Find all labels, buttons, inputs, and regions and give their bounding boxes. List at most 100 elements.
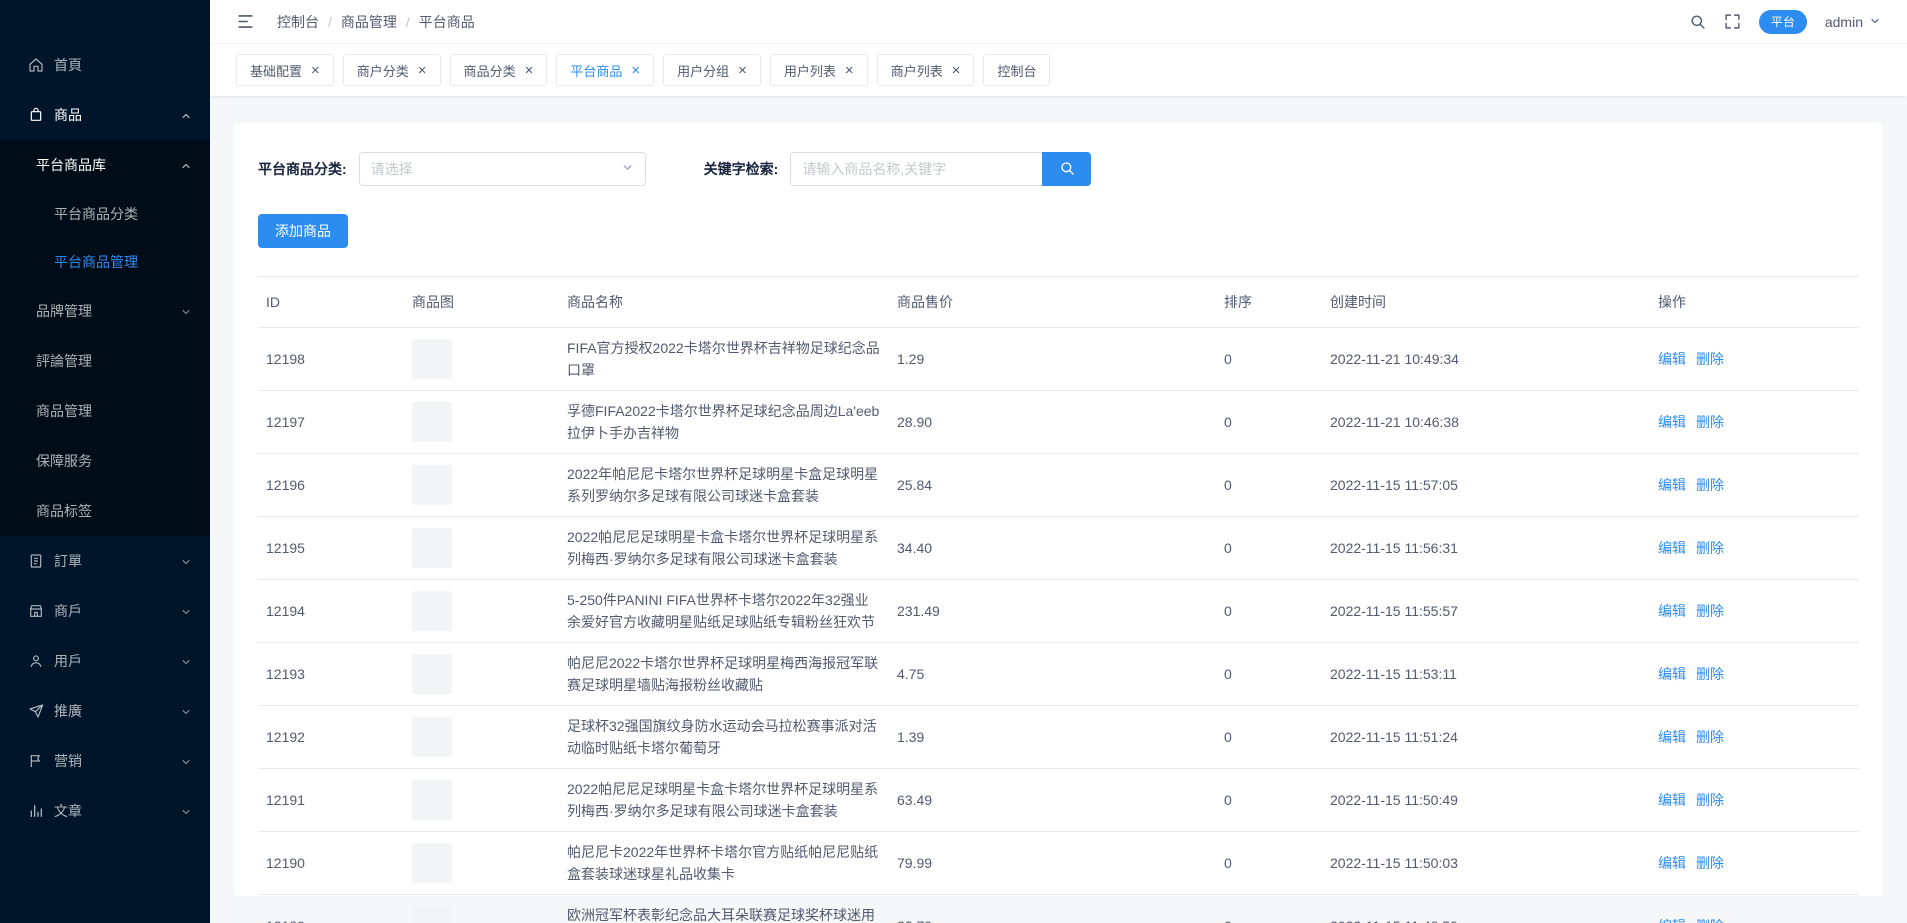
- menu-fold-icon[interactable]: [236, 12, 255, 31]
- delete-link[interactable]: 删除: [1696, 477, 1724, 493]
- close-icon[interactable]: ×: [845, 63, 854, 78]
- category-select[interactable]: 请选择: [359, 152, 646, 186]
- close-icon[interactable]: ×: [952, 63, 961, 78]
- cell-created: 2022-11-21 10:49:34: [1322, 328, 1650, 391]
- delete-link[interactable]: 删除: [1696, 729, 1724, 745]
- close-icon[interactable]: ×: [418, 63, 427, 78]
- sidebar-item[interactable]: 品牌管理: [0, 286, 210, 336]
- cell-actions: 编辑删除: [1650, 769, 1859, 832]
- delete-link[interactable]: 删除: [1696, 603, 1724, 619]
- sidebar-item[interactable]: 平台商品分类: [0, 190, 210, 238]
- table-row: 12198FIFA官方授权2022卡塔尔世界杯吉祥物足球纪念品口罩1.29020…: [258, 328, 1859, 391]
- cell-name: FIFA官方授权2022卡塔尔世界杯吉祥物足球纪念品口罩: [559, 328, 889, 391]
- delete-link[interactable]: 删除: [1696, 666, 1724, 682]
- cell-sort: 0: [1216, 832, 1322, 895]
- home-icon: [28, 57, 44, 73]
- cell-image: [404, 454, 559, 517]
- table-row: 12189欧洲冠军杯表彰纪念品大耳朵联赛足球奖杯球迷用品纪念品家居装饰工艺品22…: [258, 895, 1859, 923]
- sidebar-item[interactable]: 平台商品库: [0, 140, 210, 190]
- sidebar-item[interactable]: 商品: [0, 90, 210, 140]
- sidebar-item[interactable]: 評論管理: [0, 336, 210, 386]
- cell-price: 79.99: [889, 832, 1216, 895]
- cell-actions: 编辑删除: [1650, 391, 1859, 454]
- edit-link[interactable]: 编辑: [1658, 918, 1686, 923]
- sidebar-item[interactable]: 商品管理: [0, 386, 210, 436]
- table-row: 12193帕尼尼2022卡塔尔世界杯足球明星梅西海报冠军联赛足球明星墙贴海报粉丝…: [258, 643, 1859, 706]
- tab-active[interactable]: 平台商品×: [556, 54, 654, 86]
- delete-link[interactable]: 删除: [1696, 540, 1724, 556]
- cell-id: 12190: [258, 832, 404, 895]
- close-icon[interactable]: ×: [311, 63, 320, 78]
- breadcrumb-item[interactable]: 商品管理: [341, 12, 397, 32]
- table-row: 12190帕尼尼卡2022年世界杯卡塔尔官方贴纸帕尼尼贴纸盒套装球迷球星礼品收集…: [258, 832, 1859, 895]
- cell-created: 2022-11-15 11:57:05: [1322, 454, 1650, 517]
- user-menu[interactable]: admin: [1825, 14, 1881, 30]
- breadcrumb-item[interactable]: 控制台: [277, 12, 319, 32]
- edit-link[interactable]: 编辑: [1658, 855, 1686, 871]
- sidebar-item[interactable]: 文章: [0, 786, 210, 836]
- tab-label: 基础配置: [250, 61, 302, 80]
- sidebar-item[interactable]: 平台商品管理: [0, 238, 210, 286]
- sidebar-item[interactable]: 推廣: [0, 686, 210, 736]
- close-icon[interactable]: ×: [631, 63, 640, 78]
- cell-image: [404, 643, 559, 706]
- tab-item[interactable]: 基础配置 ×: [236, 54, 334, 86]
- edit-link[interactable]: 编辑: [1658, 477, 1686, 493]
- edit-link[interactable]: 编辑: [1658, 414, 1686, 430]
- tab-item[interactable]: 商品分类×: [450, 54, 548, 86]
- product-image-placeholder: [412, 654, 452, 694]
- sidebar-item-label: 推廣: [54, 701, 82, 721]
- sidebar-item[interactable]: 首頁: [0, 40, 210, 90]
- tab-item[interactable]: 用户列表×: [770, 54, 868, 86]
- sidebar-item[interactable]: 商戶: [0, 586, 210, 636]
- tab-item[interactable]: 控制台: [983, 54, 1050, 86]
- close-icon[interactable]: ×: [525, 63, 534, 78]
- username: admin: [1825, 14, 1863, 30]
- edit-link[interactable]: 编辑: [1658, 603, 1686, 619]
- sidebar-item[interactable]: 用戶: [0, 636, 210, 686]
- sidebar-item[interactable]: 商品标签: [0, 486, 210, 536]
- edit-link[interactable]: 编辑: [1658, 729, 1686, 745]
- cell-created: 2022-11-15 11:55:57: [1322, 580, 1650, 643]
- edit-link[interactable]: 编辑: [1658, 666, 1686, 682]
- cell-name: 足球杯32强国旗纹身防水运动会马拉松赛事派对活动临时贴纸卡塔尔葡萄牙: [559, 706, 889, 769]
- tab-item[interactable]: 商户列表×: [877, 54, 975, 86]
- edit-link[interactable]: 编辑: [1658, 351, 1686, 367]
- tab-item[interactable]: 商户分类×: [343, 54, 441, 86]
- sidebar-item[interactable]: 保障服务: [0, 436, 210, 486]
- sidebar-item[interactable]: 訂單: [0, 536, 210, 586]
- delete-link[interactable]: 删除: [1696, 918, 1724, 923]
- chevron-down-icon: [180, 555, 192, 571]
- cell-id: 12194: [258, 580, 404, 643]
- tab-item[interactable]: 用户分组×: [663, 54, 761, 86]
- sidebar-item-label: 平台商品管理: [54, 252, 138, 272]
- sidebar-item[interactable]: 营销: [0, 736, 210, 786]
- close-icon[interactable]: ×: [738, 63, 747, 78]
- article-icon: [28, 803, 44, 819]
- edit-link[interactable]: 编辑: [1658, 792, 1686, 808]
- cell-image: [404, 832, 559, 895]
- cell-name: 孚德FIFA2022卡塔尔世界杯足球纪念品周边La'eeb拉伊卜手办吉祥物: [559, 391, 889, 454]
- breadcrumb-item[interactable]: 平台商品: [419, 12, 475, 32]
- table-row: 121962022年帕尼尼卡塔尔世界杯足球明星卡盒足球明星系列罗纳尔多足球有限公…: [258, 454, 1859, 517]
- cell-name: 5-250件PANINI FIFA世界杯卡塔尔2022年32强业余爱好官方收藏明…: [559, 580, 889, 643]
- chevron-down-icon: [180, 805, 192, 821]
- search-button[interactable]: [1042, 152, 1091, 186]
- search-icon: [1059, 160, 1075, 179]
- cell-actions: 编辑删除: [1650, 643, 1859, 706]
- add-product-button[interactable]: 添加商品: [258, 214, 348, 248]
- delete-link[interactable]: 删除: [1696, 414, 1724, 430]
- delete-link[interactable]: 删除: [1696, 351, 1724, 367]
- product-image-placeholder: [412, 780, 452, 820]
- chevron-down-icon: [1869, 14, 1881, 30]
- edit-link[interactable]: 编辑: [1658, 540, 1686, 556]
- keyword-search-group: [790, 152, 1091, 186]
- user-icon: [28, 653, 44, 669]
- header: 控制台/商品管理/平台商品 平台 admin: [210, 0, 1907, 44]
- search-icon[interactable]: [1689, 13, 1706, 30]
- keyword-input[interactable]: [790, 152, 1042, 186]
- cell-created: 2022-11-15 11:48:59: [1322, 895, 1650, 923]
- delete-link[interactable]: 删除: [1696, 792, 1724, 808]
- fullscreen-icon[interactable]: [1724, 13, 1741, 30]
- delete-link[interactable]: 删除: [1696, 855, 1724, 871]
